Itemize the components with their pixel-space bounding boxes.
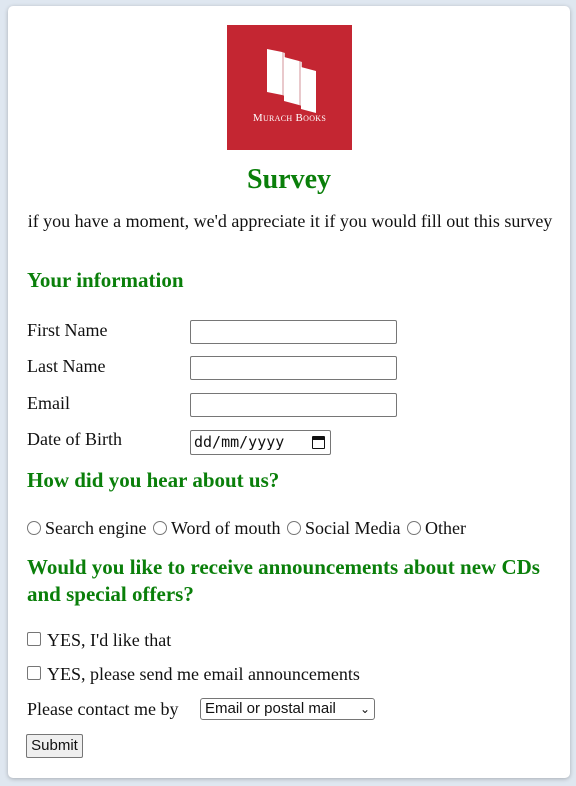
- radio-label: Word of mouth: [170, 518, 281, 538]
- checkbox-like-that[interactable]: [27, 632, 41, 646]
- radio-other[interactable]: [406, 521, 421, 535]
- intro-text: if you have a moment, we'd appreciate it…: [27, 211, 553, 231]
- section-heading-heard: How did you hear about us?: [27, 468, 280, 492]
- contact-method-value: Email or postal mail: [205, 700, 336, 717]
- dob-label: Date of Birth: [27, 429, 122, 449]
- radio-label: Other: [424, 518, 466, 538]
- radio-label: Search engine: [45, 518, 147, 538]
- checkbox-email-announcements[interactable]: [27, 666, 41, 680]
- radio-search-engine[interactable]: [27, 521, 41, 535]
- email-input[interactable]: [190, 393, 397, 417]
- first-name-label: First Name: [27, 320, 108, 340]
- page-title: Survey: [247, 164, 331, 195]
- contact-method-select[interactable]: Email or postal mail ⌄: [200, 698, 375, 720]
- dob-date-input[interactable]: dd/mm/yyyy: [190, 430, 331, 455]
- section-heading-info: Your information: [27, 268, 184, 292]
- survey-card: Murach Books Survey if you have a moment…: [8, 6, 570, 778]
- contact-label: Please contact me by: [27, 699, 179, 719]
- section-heading-announcements: Would you like to receive announcements …: [27, 555, 540, 606]
- murach-books-logo: Murach Books: [227, 25, 352, 150]
- submit-button[interactable]: Submit: [26, 734, 83, 758]
- checkbox-email-announcements-label: YES, please send me email announcements: [47, 664, 360, 684]
- calendar-icon[interactable]: [312, 436, 325, 449]
- last-name-label: Last Name: [27, 356, 106, 376]
- logo-text: Murach Books: [252, 112, 327, 124]
- dob-placeholder: dd/mm/yyyy: [194, 433, 285, 451]
- radio-label: Social Media: [305, 518, 401, 538]
- book-icon: [267, 49, 316, 113]
- checkbox-like-that-label: YES, I'd like that: [47, 630, 172, 650]
- radio-word-of-mouth[interactable]: [152, 521, 167, 535]
- email-label: Email: [27, 393, 70, 413]
- last-name-input[interactable]: [190, 356, 397, 380]
- heard-radio-group: Search engine Word of mouth Social Media…: [27, 518, 466, 539]
- radio-social-media[interactable]: [287, 521, 301, 535]
- first-name-input[interactable]: [190, 320, 397, 344]
- chevron-down-icon: ⌄: [359, 702, 370, 716]
